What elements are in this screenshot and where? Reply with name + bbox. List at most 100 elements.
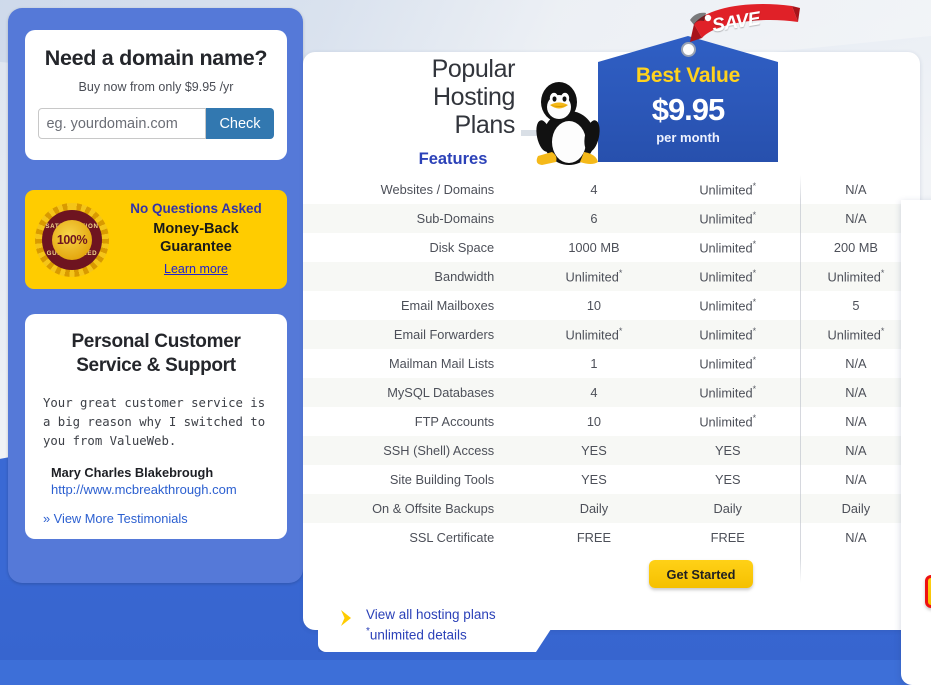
asterisk-marker: * (618, 268, 623, 279)
feature-value-best: Unlimited* (664, 355, 792, 371)
feature-name: Mailman Mail Lists (388, 356, 495, 371)
feature-value-starter: 4 (524, 182, 663, 197)
plans-logo-line1: Popular (431, 55, 516, 83)
domain-search-title: Need a domain name? (44, 46, 268, 70)
feature-value-text: N/A (845, 356, 867, 371)
testimonial-url-link[interactable]: http://www.mcbreakthrough.com (51, 482, 269, 497)
best-value-price: $9.95 (651, 92, 726, 127)
feature-value-best: YES (664, 443, 792, 458)
feature-value-text: Unlimited (699, 240, 753, 256)
check-domain-button[interactable]: Check (206, 108, 274, 139)
table-row: Bandwidth Unlimited* Unlimited* Unlimited* (303, 262, 920, 291)
view-all-hosting-plans-link[interactable]: View all hosting plans (366, 607, 496, 622)
chevron-right-icon (341, 610, 351, 626)
testimonial-quote: Your great customer service is a big rea… (43, 395, 266, 448)
feature-name: Email Mailboxes (401, 298, 495, 313)
feature-value-text: N/A (845, 385, 867, 400)
feature-name: MySQL Databases (387, 385, 495, 400)
table-row: FTP Accounts 10 Unlimited* N/A (303, 407, 920, 436)
get-started-button-best-value[interactable]: Get Started (925, 575, 931, 608)
feature-value-text: YES (714, 472, 741, 487)
table-row: MySQL Databases 4 Unlimited* N/A (303, 378, 920, 407)
feature-value-text: Unlimited (699, 414, 753, 430)
feature-name: On & Offsite Backups (372, 501, 495, 516)
table-row: SSH (Shell) Access YES YES N/A (303, 436, 920, 465)
feature-value-text: 10 (586, 414, 602, 429)
money-back-line2-text: Money-Back (153, 220, 239, 237)
feature-value-starter: 6 (524, 211, 663, 226)
testimonial-title: Personal Customer Service & Support (43, 330, 269, 378)
features-table: Websites / Domains 4 Unlimited* N/A Sub-Doma… (303, 175, 920, 552)
feature-name: Sub-Domains (416, 211, 495, 226)
satisfaction-guarantee-seal-icon: SATISFACTION GUARANTEED 100% (33, 201, 111, 279)
asterisk-marker: * (752, 268, 757, 279)
table-row: Email Forwarders Unlimited* Unlimited* Unli… (303, 320, 920, 349)
feature-name: SSH (Shell) Access (383, 443, 495, 458)
money-back-line1: No Questions Asked (130, 200, 262, 216)
plans-logo-line3: Plans (454, 111, 515, 139)
feature-value-text: FREE (710, 530, 745, 545)
table-row: Sub-Domains 6 Unlimited* N/A (303, 204, 920, 233)
unlimited-details-link[interactable]: *unlimited details (366, 626, 467, 643)
feature-name: SSL Certificate (409, 530, 495, 545)
feature-value-starter: Unlimited* (524, 268, 663, 284)
testimonial-title-line2: Service & Support (76, 354, 236, 376)
domain-search-subtitle: Buy now from only $9.95 /yr (78, 80, 234, 94)
seal-center: 100% (52, 219, 92, 260)
view-more-testimonials-link[interactable]: » View More Testimonials (43, 511, 269, 526)
feature-name: Site Building Tools (389, 472, 495, 487)
feature-value-text: N/A (845, 472, 867, 487)
feature-value-best: FREE (664, 530, 792, 545)
column-divider-left (800, 175, 801, 583)
money-back-line2: Money-Back Guarantee (111, 220, 281, 256)
money-back-line3-text: Guarantee (160, 239, 232, 255)
asterisk-marker: * (752, 239, 757, 250)
testimonial-card: Personal Customer Service & Support Your… (25, 314, 287, 539)
feature-value-text: 1 (590, 356, 598, 371)
sidebar-panel: Need a domain name? Buy now from only $9… (8, 8, 303, 583)
feature-value-best: Unlimited* (664, 181, 792, 197)
testimonial-title-line1: Personal Customer (71, 331, 241, 352)
feature-value-starter: Unlimited* (524, 326, 663, 342)
feature-value-best: Daily (664, 501, 792, 516)
best-value-label: Best Value (635, 64, 741, 87)
feature-value-text: N/A (845, 443, 867, 458)
learn-more-link[interactable]: Learn more (164, 262, 228, 276)
feature-value-best: YES (664, 472, 792, 487)
save-ribbon-badge: SAVE (688, 2, 800, 54)
asterisk-marker: * (752, 326, 757, 337)
table-row: Site Building Tools YES YES N/A (303, 465, 920, 494)
feature-value-text: N/A (845, 182, 867, 197)
feature-value-text: Unlimited (565, 327, 619, 343)
feature-value-text: Unlimited (699, 269, 753, 285)
asterisk-marker: * (752, 297, 757, 308)
get-started-button-starter[interactable]: Get Started (649, 560, 753, 588)
unlimited-details-text: unlimited details (369, 627, 467, 643)
asterisk-marker: * (618, 326, 623, 337)
feature-value-text: Unlimited (827, 269, 881, 285)
feature-value-text: 4 (590, 385, 598, 400)
feature-value-best: Unlimited* (664, 413, 792, 429)
feature-value-text: 200 MB (833, 240, 878, 255)
feature-name: FTP Accounts (414, 414, 495, 429)
feature-value-starter: 4 (524, 385, 663, 400)
asterisk-marker: * (752, 413, 757, 424)
domain-search-card: Need a domain name? Buy now from only $9… (25, 30, 287, 160)
feature-value-text: Daily (579, 501, 609, 516)
feature-value-starter: FREE (524, 530, 663, 545)
feature-value-best: Unlimited* (664, 268, 792, 284)
feature-value-text: 10 (586, 298, 602, 313)
table-row: Websites / Domains 4 Unlimited* N/A (303, 175, 920, 204)
domain-search-input[interactable] (38, 108, 207, 139)
table-row: Mailman Mail Lists 1 Unlimited* N/A (303, 349, 920, 378)
seal-percent-label: 100% (56, 232, 88, 247)
feature-value-text: Daily (841, 501, 871, 516)
feature-value-text: N/A (845, 211, 867, 226)
feature-name: Bandwidth (434, 269, 495, 284)
feature-value-starter: 10 (524, 414, 663, 429)
feature-name: Websites / Domains (380, 182, 495, 197)
feature-value-text: YES (714, 443, 741, 458)
best-value-column-card (901, 200, 931, 685)
table-row: On & Offsite Backups Daily Daily Daily (303, 494, 920, 523)
asterisk-marker: * (752, 181, 757, 192)
